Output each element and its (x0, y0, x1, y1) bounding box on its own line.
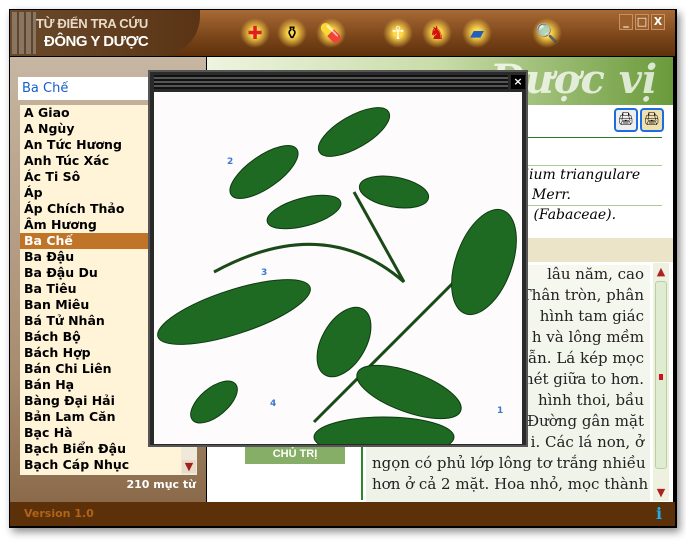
image-popup: × 2 3 4 1 (148, 70, 528, 447)
detail-scrollbar[interactable]: ▲ ▼ (653, 263, 669, 501)
plant-drawing: 2 3 4 1 (157, 107, 517, 444)
figure-label: 4 (270, 399, 276, 409)
pills-icon[interactable]: 💊 (316, 18, 346, 48)
status-bar (10, 502, 675, 526)
medicine-bottles-icon[interactable]: ⚱ (277, 18, 307, 48)
entry-count: 210 mục từ (126, 478, 196, 491)
figure-label: 3 (261, 268, 267, 278)
text-line: ngọn có phủ lớp lông tơ trắng nhiều (372, 454, 646, 472)
medicine-box-icon[interactable]: ▰ (462, 18, 492, 48)
version-label: Version 1.0 (24, 507, 94, 520)
minimize-button[interactable]: _ (619, 14, 633, 30)
popup-drag-bar[interactable] (154, 75, 508, 89)
scientific-author: Merr. (532, 187, 571, 203)
text-line: hơn ở cả 2 mặt. Hoa nhỏ, mọc thành (372, 475, 649, 493)
print-preview-icon[interactable]: 🖨 (640, 108, 664, 132)
scroll-down-icon[interactable]: ▼ (653, 486, 669, 500)
figure-label: 1 (497, 406, 503, 416)
scientific-name: dium triangulare (520, 167, 641, 183)
divider (520, 205, 662, 206)
anatomy-icon[interactable]: ♞ (422, 18, 452, 48)
app-title-line2: ĐÔNG Y DƯỢC (44, 33, 149, 50)
first-aid-icon[interactable]: ✚ (240, 18, 270, 48)
app-title-line1: TỪ ĐIỂN TRA CỨU (36, 16, 148, 31)
scroll-down-icon[interactable]: ▼ (182, 460, 196, 473)
search-input[interactable] (18, 77, 158, 100)
section-label-chu-tri[interactable]: CHỦ TRỊ (245, 445, 345, 464)
divider (520, 165, 662, 166)
scroll-track[interactable] (655, 281, 667, 469)
scroll-up-icon[interactable]: ▲ (653, 265, 669, 279)
figure-label: 2 (227, 157, 233, 167)
family-name: u (Fabaceae). (520, 207, 617, 223)
popup-close-button[interactable]: × (511, 75, 525, 89)
divider (520, 137, 662, 138)
magnifier-icon[interactable]: 🔍 (532, 18, 562, 48)
acupuncture-body-icon[interactable]: ☥ (383, 18, 413, 48)
list-item[interactable]: Bạch Cáp Nhục (20, 457, 196, 473)
plant-illustration: 2 3 4 1 (154, 92, 522, 444)
close-button[interactable]: X (651, 14, 665, 30)
info-icon[interactable]: i (652, 504, 666, 523)
books-icon (12, 12, 36, 54)
maximize-button[interactable]: □ (635, 14, 649, 30)
scroll-thumb[interactable] (659, 374, 663, 380)
print-icon[interactable]: 🖨 (614, 108, 638, 132)
